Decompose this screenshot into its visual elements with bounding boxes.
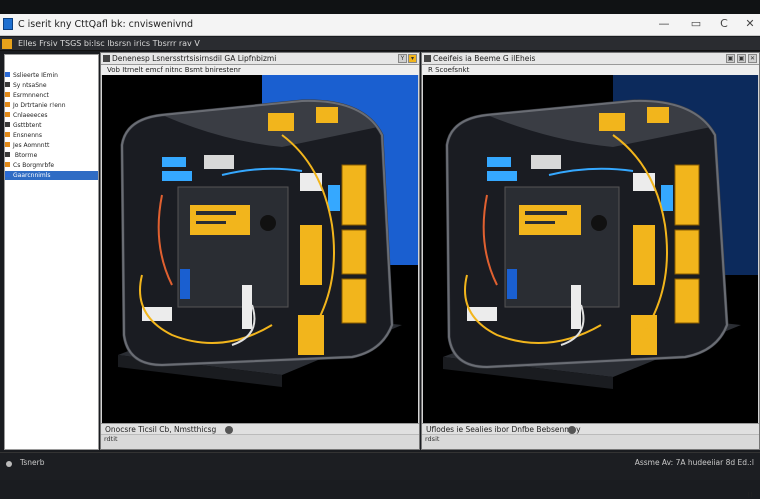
info-icon [568, 426, 576, 434]
tree-item-label: Jo Drtrtanie r!enn [13, 102, 66, 109]
app-icon [3, 18, 13, 30]
left-panel-header: Denenesp Lsnersstrtsisirnsdil GA Lipfnbi… [101, 53, 419, 65]
folder-icon [5, 92, 10, 97]
right-panel-footer-text: rdsit [425, 435, 440, 443]
tree-item[interactable]: Cnlaeeeces [5, 111, 98, 120]
left-image-viewport[interactable] [102, 75, 418, 423]
right-panel-status: Uflodes ie Sealies ibor Dnfbe Bebsenmey [422, 423, 759, 435]
right-panel-toolbar: R Scoefsnkt [422, 65, 759, 75]
right-viewer-panel: Ceeifeis ia Beeme G ilEheis ▣ ▣ ✕ R Scoe… [421, 52, 760, 499]
right-panel-min-button[interactable]: ▣ [726, 54, 735, 63]
folder-icon [5, 162, 10, 167]
tree-item-label: Btorrne [13, 152, 38, 159]
right-panel-max-button[interactable]: ▣ [737, 54, 746, 63]
folder-icon [5, 112, 10, 117]
right-panel-footer: rdsit !! [422, 435, 759, 499]
tree-item[interactable]: Sy ntsaSne [5, 81, 98, 90]
left-panel-menu-button[interactable]: ▾ [408, 54, 417, 63]
tree-item[interactable]: Jo Drtrtanie r!enn [5, 101, 98, 110]
right-panel-title: Ceeifeis ia Beeme G ilEheis [433, 54, 536, 63]
window-titlebar [0, 0, 760, 14]
info-icon [225, 426, 233, 434]
folder-icon [5, 122, 10, 127]
tree-item[interactable]: Gsttbtent [5, 121, 98, 130]
menu-app-icon[interactable] [2, 39, 12, 49]
tree-item-label: Sy ntsaSne [13, 82, 47, 89]
title-bar: C iserit kny CttQafl bk: cnviswenivnd — … [0, 14, 760, 36]
right-panel-status-text: Uflodes ie Sealies ibor Dnfbe Bebsenmey [426, 425, 581, 434]
tree-item-label: Esrmnnenct [13, 92, 49, 99]
tree-item-label: Gsttbtent [13, 122, 42, 129]
folder-icon [5, 102, 10, 107]
left-panel-footer: rdtit [101, 435, 419, 449]
folder-icon [5, 82, 10, 87]
window-title: C iserit kny CttQafl bk: cnviswenivnd [18, 19, 194, 30]
tree-item[interactable]: Ensnenns [5, 131, 98, 140]
right-panel-header: Ceeifeis ia Beeme G ilEheis ▣ ▣ ✕ [422, 53, 759, 65]
menu-bar: Elles Frsiv TSGS bi:lsc lbsrsn irics Tbs… [0, 37, 760, 51]
tree-panel: Sslieerte IEmin Sy ntsaSne Esrmnnenct Jo Dr… [4, 54, 99, 450]
left-panel-footer-text: rdtit [104, 435, 118, 443]
tree-item[interactable]: Jes Aomnntt [5, 141, 98, 150]
folder-icon [5, 152, 10, 157]
close-button[interactable]: ✕ [742, 17, 758, 31]
left-panel-pin-button[interactable]: Y [398, 54, 407, 63]
left-viewer-panel: Denenesp Lsnersstrtsisirnsdil GA Lipfnbi… [100, 52, 420, 450]
right-panel-corner-mark: !! [747, 491, 753, 499]
tree-item-label: Cnlaeeeces [13, 112, 48, 119]
status-icon [6, 461, 12, 467]
left-panel-title: Denenesp Lsnersstrtsisirnsdil GA Lipfnbi… [112, 54, 277, 63]
restore-button[interactable]: ▭ [688, 17, 704, 31]
left-panel-toolbar: Vob Itrnelt emcf nitnc Bsmt bnirestenr [101, 65, 419, 75]
tree-item-label: Jes Aomnntt [13, 142, 50, 149]
tree-item[interactable]: Esrmnnenct [5, 91, 98, 100]
tree-item-label: Gaarcnnimls [13, 172, 51, 179]
left-panel-subtitle: Vob Itrnelt emcf nitnc Bsmt bnirestenr [107, 66, 241, 74]
tree-item-label: Cs Borgmrbfe [13, 162, 55, 169]
tree-item[interactable]: Btorrne [5, 151, 98, 160]
tree-item-label: Ensnenns [13, 132, 42, 139]
pc-case-image [423, 75, 758, 423]
pc-case-image [102, 75, 418, 423]
panel-icon [424, 55, 431, 62]
panel-icon [103, 55, 110, 62]
tree-item[interactable]: Gaarcnnimls [5, 171, 98, 180]
tree-item[interactable]: Cs Borgmrbfe [5, 161, 98, 170]
folder-icon [5, 72, 10, 77]
refresh-button[interactable]: C [716, 17, 732, 31]
minimize-button[interactable]: — [656, 17, 672, 31]
status-left-text: Tsnerb [20, 458, 45, 467]
tree-item[interactable]: Sslieerte IEmin [5, 71, 98, 80]
tree-item-label: Sslieerte IEmin [13, 72, 58, 79]
status-bar: Tsnerb Assme Av: 7A hudeeiiar 8d Ed.:l [0, 452, 760, 480]
left-panel-status: Onocsre Ticsil Cb, Nmstthicsg [101, 423, 419, 435]
right-image-viewport[interactable] [423, 75, 758, 423]
status-right-text: Assme Av: 7A hudeeiiar 8d Ed.:l [634, 458, 754, 467]
folder-icon [5, 142, 10, 147]
folder-icon [5, 132, 10, 137]
right-panel-subtitle: R Scoefsnkt [428, 66, 470, 74]
menu-items[interactable]: Elles Frsiv TSGS bi:lsc lbsrsn irics Tbs… [18, 39, 200, 48]
right-panel-close-button[interactable]: ✕ [748, 54, 757, 63]
left-panel-status-text: Onocsre Ticsil Cb, Nmstthicsg [105, 425, 217, 434]
folder-icon [5, 172, 10, 177]
